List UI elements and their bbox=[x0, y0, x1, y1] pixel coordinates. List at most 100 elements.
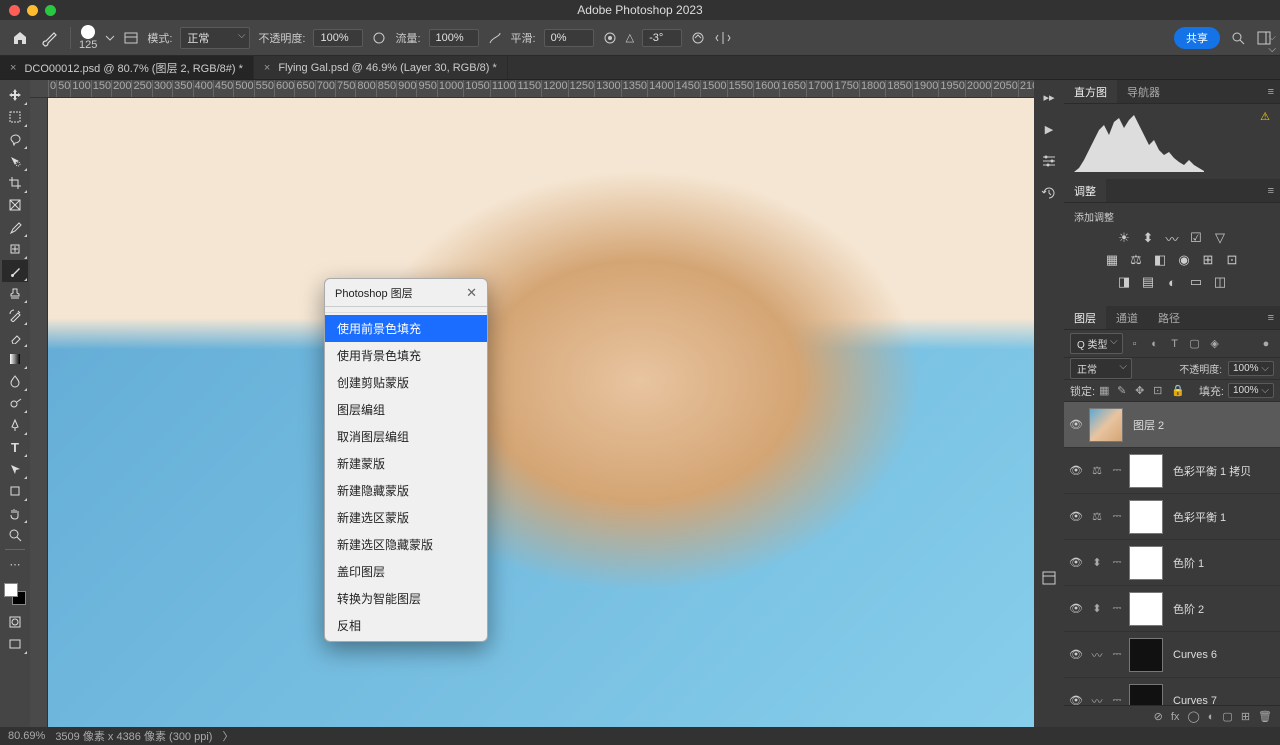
layer-thumbnail[interactable] bbox=[1089, 408, 1123, 442]
layer-name[interactable]: 色阶 2 bbox=[1173, 601, 1204, 617]
layer-name[interactable]: Curves 7 bbox=[1173, 695, 1217, 706]
delete-layer-icon[interactable]: 🗑 bbox=[1258, 710, 1272, 723]
popup-item[interactable]: 新建选区隐藏蒙版 bbox=[325, 531, 487, 558]
layer-thumbnail[interactable] bbox=[1129, 592, 1163, 626]
filter-type-select[interactable]: Q 类型 bbox=[1070, 333, 1123, 354]
filter-type-icon[interactable]: T bbox=[1167, 336, 1183, 352]
close-icon[interactable]: × bbox=[264, 62, 270, 74]
popup-item[interactable]: 盖印图层 bbox=[325, 558, 487, 585]
popup-item[interactable]: 新建蒙版 bbox=[325, 450, 487, 477]
histogram-tab[interactable]: 直方图 bbox=[1064, 80, 1117, 103]
visibility-toggle[interactable]: 👁 bbox=[1067, 418, 1085, 431]
popup-item[interactable]: 取消图层编组 bbox=[325, 423, 487, 450]
layer-thumbnail[interactable] bbox=[1129, 638, 1163, 672]
quick-select-tool[interactable] bbox=[2, 150, 28, 172]
popup-item[interactable]: 图层编组 bbox=[325, 396, 487, 423]
gradient-tool[interactable] bbox=[2, 348, 28, 370]
curves-icon[interactable]: 〰 bbox=[1164, 230, 1180, 246]
vertical-ruler[interactable] bbox=[30, 98, 48, 727]
filter-toggle-icon[interactable]: ● bbox=[1258, 336, 1274, 352]
threshold-icon[interactable]: ◐ bbox=[1164, 274, 1180, 290]
airbrush-icon[interactable] bbox=[487, 30, 503, 46]
new-adj-icon[interactable]: ◐ bbox=[1208, 711, 1215, 723]
layer-name[interactable]: 色彩平衡 1 拷贝 bbox=[1173, 463, 1251, 479]
new-layer-icon[interactable]: ⊞ bbox=[1241, 710, 1250, 723]
layer-thumbnail[interactable] bbox=[1129, 684, 1163, 706]
zoom-tool[interactable] bbox=[2, 524, 28, 546]
eyedropper-tool[interactable] bbox=[2, 216, 28, 238]
shape-tool[interactable] bbox=[2, 480, 28, 502]
search-icon[interactable] bbox=[1230, 30, 1246, 46]
layer-name[interactable]: 图层 2 bbox=[1133, 417, 1164, 433]
adjustments-tab[interactable]: 调整 bbox=[1064, 179, 1106, 202]
navigator-tab[interactable]: 导航器 bbox=[1117, 80, 1170, 103]
gradient-map-icon[interactable]: ▭ bbox=[1188, 274, 1204, 290]
new-group-icon[interactable]: ▢ bbox=[1222, 710, 1232, 723]
stamp-tool[interactable] bbox=[2, 282, 28, 304]
layer-name[interactable]: 色阶 1 bbox=[1173, 555, 1204, 571]
chevron-down-icon[interactable] bbox=[105, 33, 115, 43]
brush-settings-icon[interactable] bbox=[123, 30, 139, 46]
add-mask-icon[interactable]: ◯ bbox=[1187, 710, 1199, 723]
smoothing-input[interactable]: 0% bbox=[544, 29, 594, 47]
edit-toolbar-icon[interactable]: ⋯ bbox=[2, 553, 28, 575]
layer-fx-icon[interactable]: fx bbox=[1171, 711, 1180, 723]
brush-tool-icon[interactable] bbox=[40, 27, 62, 49]
mixer-icon[interactable]: ⊞ bbox=[1200, 252, 1216, 268]
maximize-window-button[interactable] bbox=[45, 5, 56, 16]
lasso-tool[interactable] bbox=[2, 128, 28, 150]
filter-pixel-icon[interactable]: ▫ bbox=[1127, 336, 1143, 352]
hue-icon[interactable]: ▦ bbox=[1104, 252, 1120, 268]
selective-icon[interactable]: ◫ bbox=[1212, 274, 1228, 290]
marquee-tool[interactable] bbox=[2, 106, 28, 128]
visibility-toggle[interactable]: 👁 bbox=[1067, 464, 1085, 477]
close-icon[interactable]: × bbox=[10, 62, 16, 74]
layer-row[interactable]: 👁 图层 2 bbox=[1064, 402, 1280, 448]
lock-position-icon[interactable]: ✥ bbox=[1135, 384, 1149, 398]
layer-thumbnail[interactable] bbox=[1129, 500, 1163, 534]
path-select-tool[interactable] bbox=[2, 458, 28, 480]
color-swatches[interactable] bbox=[4, 583, 26, 605]
invert-icon[interactable]: ◨ bbox=[1116, 274, 1132, 290]
pressure-opacity-icon[interactable] bbox=[371, 30, 387, 46]
close-icon[interactable]: ✕ bbox=[466, 285, 477, 301]
dodge-tool[interactable] bbox=[2, 392, 28, 414]
play-icon[interactable]: ▶ bbox=[1040, 120, 1058, 138]
doc-info[interactable]: 3509 像素 x 4386 像素 (300 ppi) bbox=[55, 728, 212, 744]
panel-menu-icon[interactable]: ≡ bbox=[1268, 306, 1280, 329]
popup-item[interactable]: 新建选区蒙版 bbox=[325, 504, 487, 531]
bw-icon[interactable]: ◧ bbox=[1152, 252, 1168, 268]
smoothing-options-icon[interactable] bbox=[602, 30, 618, 46]
panel-menu-icon[interactable]: ≡ bbox=[1268, 80, 1280, 103]
history-icon[interactable] bbox=[1040, 184, 1058, 202]
lock-transparency-icon[interactable]: ▦ bbox=[1099, 384, 1113, 398]
visibility-toggle[interactable]: 👁 bbox=[1067, 694, 1085, 705]
symmetry-icon[interactable] bbox=[714, 30, 732, 46]
channels-tab[interactable]: 通道 bbox=[1106, 306, 1148, 329]
horizontal-ruler[interactable]: 0501001502002503003504004505005506006507… bbox=[30, 80, 1034, 98]
home-button[interactable] bbox=[8, 26, 32, 50]
close-window-button[interactable] bbox=[9, 5, 20, 16]
healing-tool[interactable] bbox=[2, 238, 28, 260]
blur-tool[interactable] bbox=[2, 370, 28, 392]
popup-item[interactable]: 转换为智能图层 bbox=[325, 585, 487, 612]
layer-row[interactable]: 👁⚖⎓色彩平衡 1 bbox=[1064, 494, 1280, 540]
move-tool[interactable] bbox=[2, 84, 28, 106]
lookup-icon[interactable]: ⊡ bbox=[1224, 252, 1240, 268]
brush-tool[interactable] bbox=[2, 260, 28, 282]
document-tab-2[interactable]: × Flying Gal.psd @ 46.9% (Layer 30, RGB/… bbox=[254, 56, 508, 79]
screenmode-icon[interactable] bbox=[2, 633, 28, 655]
history-brush-tool[interactable] bbox=[2, 304, 28, 326]
photo-filter-icon[interactable]: ◉ bbox=[1176, 252, 1192, 268]
foreground-color-swatch[interactable] bbox=[4, 583, 18, 597]
filter-adj-icon[interactable]: ◐ bbox=[1147, 336, 1163, 352]
popup-item[interactable]: 使用前景色填充 bbox=[325, 315, 487, 342]
document-canvas[interactable] bbox=[48, 98, 1034, 727]
type-tool[interactable]: T bbox=[2, 436, 28, 458]
angle-input[interactable]: -3° bbox=[642, 29, 682, 47]
brightness-icon[interactable]: ☀ bbox=[1116, 230, 1132, 246]
crop-tool[interactable] bbox=[2, 172, 28, 194]
zoom-level[interactable]: 80.69% bbox=[8, 730, 45, 742]
filter-shape-icon[interactable]: ▢ bbox=[1187, 336, 1203, 352]
layer-thumbnail[interactable] bbox=[1129, 546, 1163, 580]
